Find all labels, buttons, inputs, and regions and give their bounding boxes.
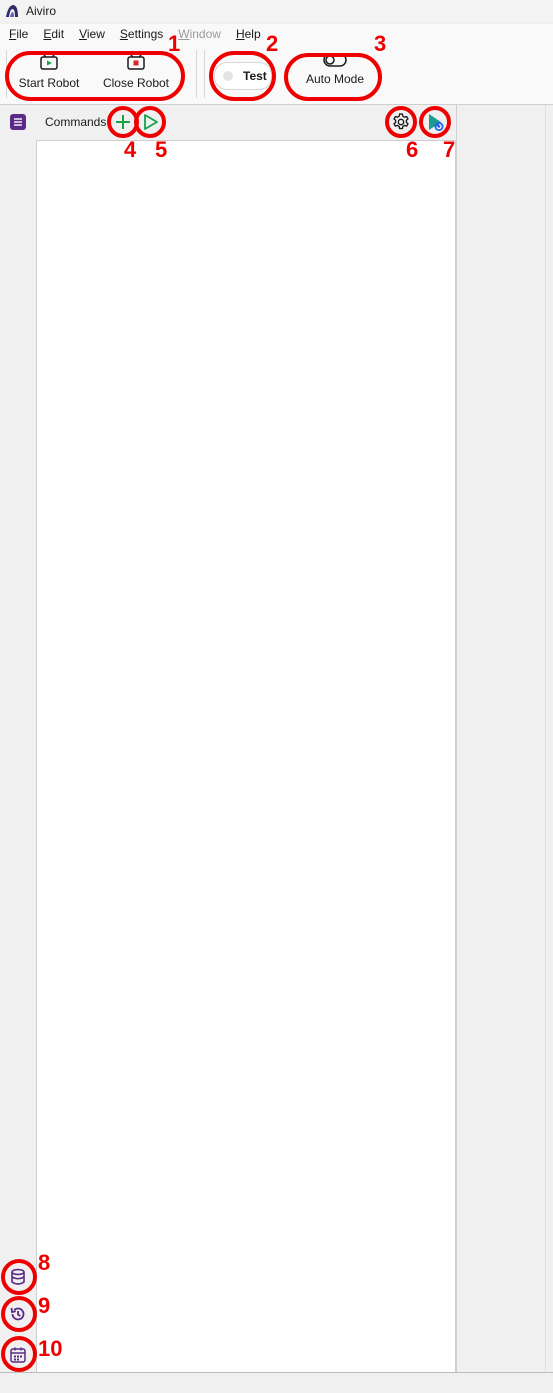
close-robot-icon	[127, 52, 145, 70]
start-robot-icon	[40, 52, 58, 70]
annotation-number-8: 8	[38, 1250, 51, 1275]
start-robot-label: Start Robot	[18, 76, 80, 90]
annotation-number-5: 5	[155, 137, 168, 162]
history-icon[interactable]	[9, 1305, 27, 1323]
toolbar-grip	[6, 50, 7, 98]
menu-window: Window	[178, 27, 221, 41]
test-toggle-label: Test	[243, 69, 267, 83]
annotation-number-6: 6	[406, 137, 419, 162]
commands-title: Commands	[45, 115, 107, 129]
close-robot-label: Close Robot	[102, 76, 170, 90]
annotation-number-2: 2	[266, 31, 279, 56]
calendar-icon[interactable]	[9, 1346, 27, 1364]
annotation-number-3: 3	[374, 31, 387, 56]
annotation-number-4: 4	[124, 137, 137, 162]
toolbar-separator	[196, 50, 197, 98]
run-debug-icon[interactable]	[425, 112, 445, 132]
close-robot-button[interactable]: Close Robot	[100, 52, 172, 90]
annotation-number-1: 1	[168, 31, 181, 56]
right-pane	[456, 105, 553, 1372]
database-icon[interactable]	[9, 1268, 27, 1286]
app-logo-icon	[6, 5, 18, 17]
menu-settings[interactable]: Settings	[120, 27, 163, 41]
toolbar-separator	[204, 50, 205, 98]
window-title: Aiviro	[26, 4, 57, 18]
menu-view[interactable]: View	[79, 27, 105, 41]
toggle-icon	[323, 53, 347, 67]
add-command-icon[interactable]	[114, 113, 132, 131]
commands-panel-icon[interactable]	[10, 114, 26, 130]
annotation-number-10: 10	[38, 1336, 63, 1361]
menu-file[interactable]: File	[9, 27, 28, 41]
commands-list[interactable]	[36, 140, 456, 1372]
scrollbar-track[interactable]	[545, 105, 553, 1372]
test-toggle[interactable]: Test	[214, 62, 272, 90]
settings-gear-icon[interactable]	[391, 112, 411, 132]
annotation-number-9: 9	[38, 1293, 51, 1318]
start-robot-button[interactable]: Start Robot	[14, 52, 84, 90]
menu-edit[interactable]: Edit	[43, 27, 64, 41]
title-bar: Aiviro	[0, 0, 553, 22]
status-bar	[0, 1372, 553, 1393]
menu-help[interactable]: Help	[236, 27, 261, 41]
run-commands-icon[interactable]	[140, 112, 160, 132]
auto-mode-label: Auto Mode	[305, 72, 365, 86]
annotation-number-7: 7	[443, 137, 456, 162]
auto-mode-button[interactable]: Auto Mode	[300, 52, 370, 86]
left-sidebar	[0, 105, 36, 1372]
toggle-knob	[223, 71, 233, 81]
